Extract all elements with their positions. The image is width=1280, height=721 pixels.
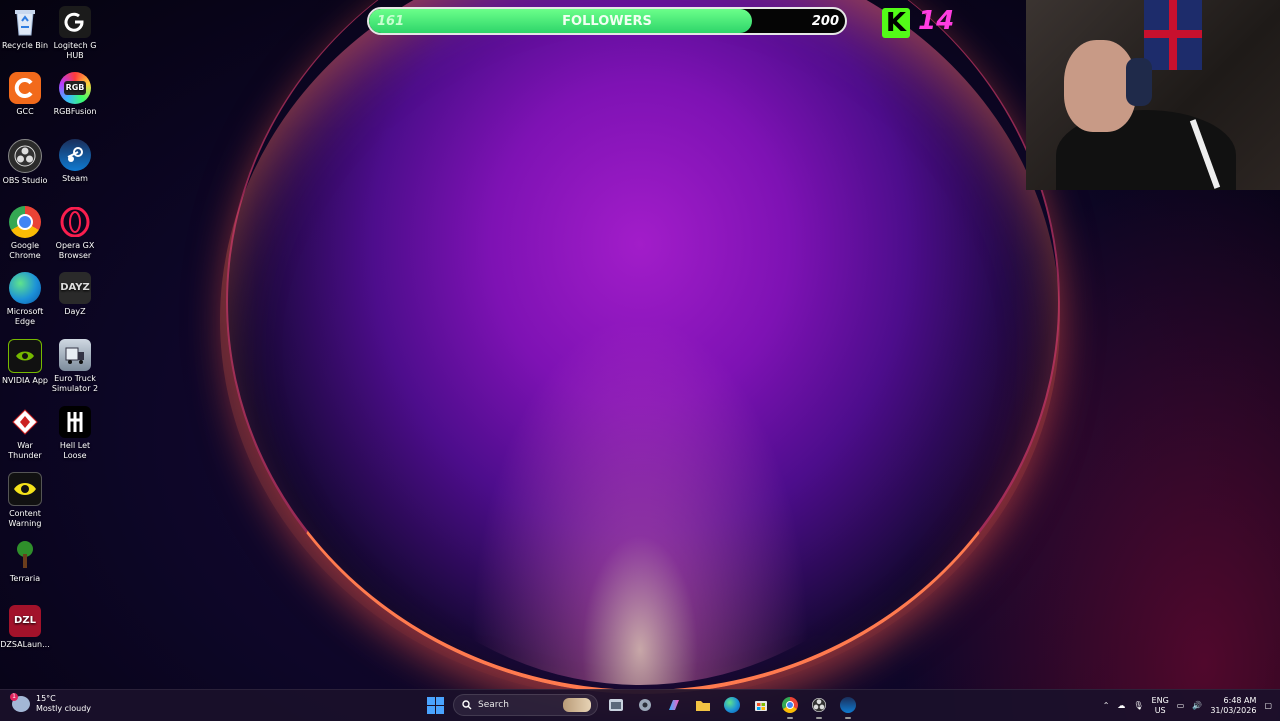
headset <box>1126 58 1152 106</box>
taskbar-obs[interactable] <box>808 694 830 719</box>
taskbar-steam[interactable] <box>837 694 859 719</box>
steam-icon <box>59 139 91 171</box>
running-indicator <box>845 717 851 719</box>
copilot-icon <box>669 700 679 710</box>
taskbar-center: Search <box>424 694 859 719</box>
search-icon <box>462 700 472 710</box>
followers-goal-bar: 161 FOLLOWERS 200 <box>367 7 847 35</box>
weather-temp: 15°C <box>36 694 56 703</box>
opera-gx-icon <box>59 206 91 238</box>
war-thunder-icon <box>9 406 41 438</box>
taskbar-edge[interactable] <box>721 694 743 716</box>
file-explorer-icon <box>609 699 623 711</box>
rgbfusion-icon: RGB <box>59 72 91 104</box>
recycle-bin-icon <box>9 6 41 38</box>
desktop-icon-euro-truck-simulator-2[interactable]: Euro Truck Simulator 2 <box>50 339 100 394</box>
taskbar-settings[interactable] <box>634 694 656 716</box>
language-indicator[interactable]: ENG US <box>1152 696 1169 716</box>
folder-icon <box>696 701 710 711</box>
steam-icon <box>840 697 856 713</box>
onedrive-icon[interactable]: ☁ <box>1117 701 1125 710</box>
desktop-icon-obs-studio[interactable]: OBS Studio <box>0 139 50 186</box>
dayz-icon: DAYZ <box>59 272 91 304</box>
desktop-icon-microsoft-edge[interactable]: Microsoft Edge <box>0 272 50 327</box>
desktop-icon-google-chrome[interactable]: Google Chrome <box>0 206 50 261</box>
microphone-icon[interactable]: 🎙 <box>1133 701 1143 710</box>
volume-icon[interactable]: 🔊 <box>1192 701 1202 710</box>
desktop-icon-dzsa-launcher[interactable]: DZL DZSALaun... <box>0 605 50 650</box>
desktop-icon-gcc[interactable]: GCC <box>0 72 50 117</box>
taskbar-copilot[interactable] <box>663 694 685 716</box>
notifications-icon[interactable]: ▢ <box>1264 701 1272 710</box>
desktop-icon-nvidia-app[interactable]: NVIDIA App <box>0 339 50 386</box>
edge-icon <box>724 697 740 713</box>
webcam-overlay <box>1026 0 1280 190</box>
running-indicator <box>816 717 822 719</box>
settings-icon <box>639 699 651 711</box>
search-highlight-art <box>563 698 591 712</box>
windows-logo-icon <box>426 696 444 714</box>
desktop-icon-content-warning[interactable]: Content Warning <box>0 472 50 529</box>
system-tray: ⌃ ☁ 🎙 ENG US ▭ 🔊 6:48 AM 31/03/2026 ▢ <box>1103 690 1280 721</box>
nvidia-icon <box>8 339 42 373</box>
content-warning-icon <box>8 472 42 506</box>
logitech-ghub-icon <box>59 6 91 38</box>
terraria-icon <box>9 539 41 571</box>
desktop-icon-recycle-bin[interactable]: Recycle Bin <box>0 6 50 51</box>
followers-label: FOLLOWERS <box>562 14 652 29</box>
desktop-icon-dayz[interactable]: DAYZ DayZ <box>50 272 100 317</box>
desktop-icon-opera-gx[interactable]: Opera GX Browser <box>50 206 100 261</box>
desktop-icon-logitech-ghub[interactable]: Logitech G HUB <box>50 6 100 61</box>
weather-widget[interactable]: 1 15°C Mostly cloudy <box>10 693 91 714</box>
clock[interactable]: 6:48 AM 31/03/2026 <box>1210 696 1256 716</box>
weather-condition: Mostly cloudy <box>36 704 91 713</box>
store-icon <box>755 701 767 711</box>
network-icon[interactable]: ▭ <box>1177 701 1185 710</box>
desktop-icon-war-thunder[interactable]: War Thunder <box>0 406 50 461</box>
running-indicator <box>787 717 793 719</box>
edge-icon <box>9 272 41 304</box>
hell-let-loose-icon <box>59 406 91 438</box>
truck-icon <box>59 339 91 371</box>
obs-icon <box>8 139 42 173</box>
desktop-icon-hell-let-loose[interactable]: Hell Let Loose <box>50 406 100 461</box>
gcc-icon <box>9 72 41 104</box>
taskbar-store[interactable] <box>750 694 772 716</box>
notification-badge: 1 <box>10 693 18 701</box>
chevron-up-icon[interactable]: ⌃ <box>1103 701 1110 710</box>
chrome-icon <box>782 697 798 713</box>
taskbar: 1 15°C Mostly cloudy Search ⌃ ☁ 🎙 ENG US… <box>0 689 1280 721</box>
taskbar-search[interactable]: Search <box>453 694 598 716</box>
cloud-icon: 1 <box>10 693 30 712</box>
start-button[interactable] <box>424 694 446 716</box>
task-view-button[interactable] <box>605 694 627 716</box>
followers-goal: 200 <box>811 14 839 29</box>
desktop-icon-rgbfusion[interactable]: RGB RGBFusion <box>50 72 100 117</box>
obs-icon <box>812 698 826 712</box>
search-placeholder: Search <box>478 700 509 710</box>
desktop-icon-terraria[interactable]: Terraria <box>0 539 50 584</box>
kick-viewer-count: 14 <box>918 6 955 36</box>
taskbar-chrome[interactable] <box>779 694 801 719</box>
desktop-icon-steam[interactable]: Steam <box>50 139 100 184</box>
taskbar-file-explorer[interactable] <box>692 694 714 716</box>
dzsa-icon: DZL <box>9 605 41 637</box>
union-flag <box>1144 0 1202 70</box>
kick-logo-icon: K <box>882 8 910 38</box>
chrome-icon <box>9 206 41 238</box>
